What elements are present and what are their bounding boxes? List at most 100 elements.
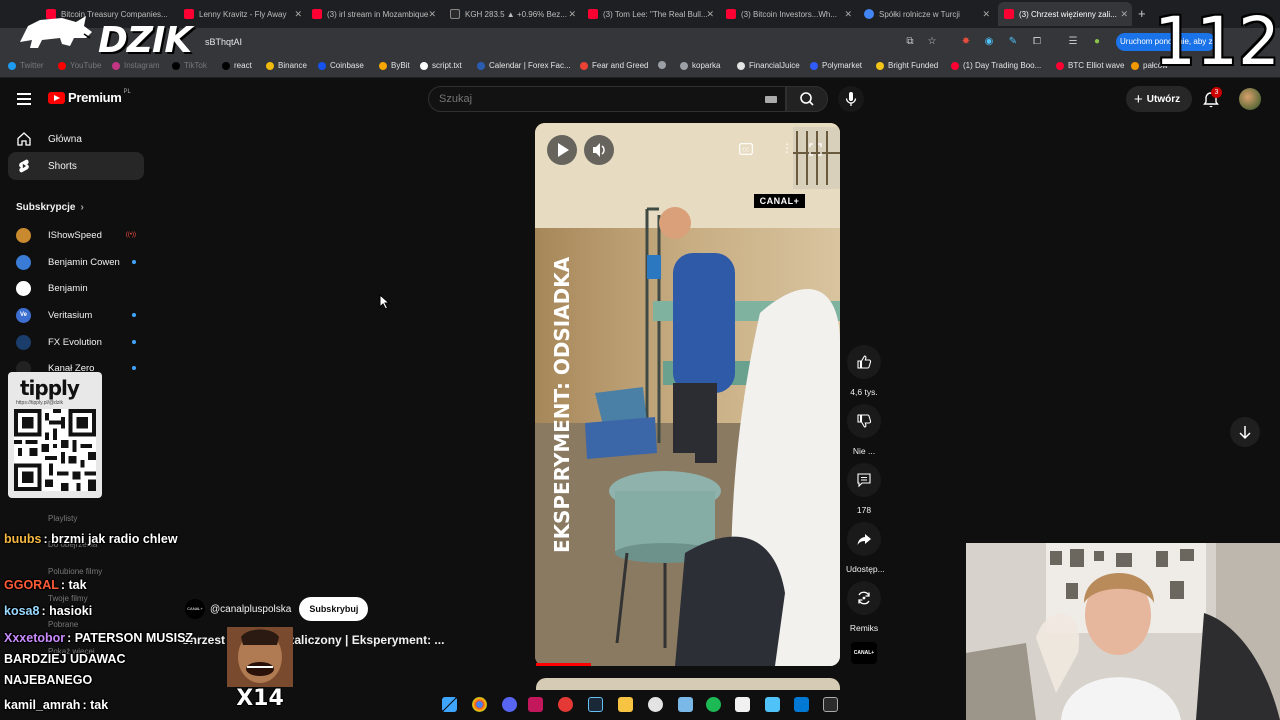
- shorts-icon: [16, 158, 32, 174]
- taskbar: [430, 690, 850, 720]
- bookmark-item[interactable]: [658, 61, 670, 69]
- close-tab-icon[interactable]: ✕: [844, 9, 852, 20]
- subscriptions-header[interactable]: Subskrypcje ›: [16, 202, 84, 213]
- more-options-icon[interactable]: ⋮: [781, 141, 793, 155]
- spotify-icon[interactable]: [706, 697, 721, 712]
- close-tab-icon[interactable]: ✕: [982, 9, 990, 20]
- sidebar-item-home[interactable]: Główna: [8, 125, 144, 153]
- close-tab-icon[interactable]: ✕: [706, 9, 714, 20]
- browser-tab[interactable]: (3) Tom Lee: "The Real Bull... ✕: [582, 2, 718, 26]
- bookmark-label: (1) Day Trading Boo...: [963, 61, 1042, 70]
- chrome-icon[interactable]: [472, 697, 487, 712]
- close-tab-icon[interactable]: ✕: [1120, 9, 1128, 20]
- comments-button[interactable]: 178: [846, 463, 882, 515]
- bookmark-item[interactable]: Twitter: [8, 61, 44, 70]
- browser-tab[interactable]: Lenny Kravitz - Fly Away ✕: [178, 2, 306, 26]
- terminal-icon[interactable]: [823, 697, 838, 712]
- menu-icon[interactable]: [17, 93, 31, 105]
- bookmark-item[interactable]: Polymarket: [810, 61, 862, 70]
- bookmark-item[interactable]: Instagram: [112, 61, 160, 70]
- bookmark-item[interactable]: YouTube: [58, 61, 101, 70]
- channel-handle[interactable]: @canalpluspolska: [210, 604, 291, 615]
- extension-icon[interactable]: ✸: [959, 35, 973, 49]
- app-icon[interactable]: [735, 697, 750, 712]
- bookmark-item[interactable]: Fear and Greed: [580, 61, 648, 70]
- bookmark-item[interactable]: react: [222, 61, 252, 70]
- app-icon[interactable]: [678, 697, 693, 712]
- subscribe-button[interactable]: Subskrybuj: [299, 597, 369, 621]
- dislike-button[interactable]: Nie ...: [846, 404, 882, 456]
- profile-icon[interactable]: ●: [1090, 35, 1104, 49]
- search-icon: [800, 92, 814, 106]
- url-text[interactable]: sBThqtAI: [205, 37, 242, 47]
- bookmark-item[interactable]: Bright Funded: [876, 61, 938, 70]
- keyboard-icon[interactable]: [765, 96, 777, 103]
- logo-region: PL: [123, 88, 131, 95]
- bookmark-item[interactable]: Binance: [266, 61, 307, 70]
- like-button[interactable]: 4,6 tys.: [846, 345, 882, 397]
- bookmark-item[interactable]: FinancialJuice: [737, 61, 800, 70]
- tab-search-icon[interactable]: ☰: [1066, 35, 1080, 49]
- search-input[interactable]: [439, 93, 759, 105]
- search-button[interactable]: [786, 86, 828, 112]
- subscription-item[interactable]: IShowSpeed ((•)): [16, 224, 144, 246]
- extension-icon[interactable]: ✎: [1006, 35, 1020, 49]
- create-button[interactable]: + Utwórz: [1126, 86, 1192, 112]
- file-explorer-icon[interactable]: [618, 697, 633, 712]
- youtube-premium-logo[interactable]: Premium PL: [48, 88, 131, 105]
- remix-button[interactable]: Remiks: [846, 581, 882, 633]
- sidebar-item-shorts[interactable]: Shorts: [8, 152, 144, 180]
- share-button[interactable]: Udostęp...: [846, 522, 885, 574]
- chat-message: GGORAL: tak: [4, 575, 87, 596]
- extension-icon[interactable]: ◉: [982, 35, 996, 49]
- subscription-item[interactable]: Benjamin Cowen: [16, 251, 144, 273]
- captions-icon[interactable]: CC: [739, 143, 753, 155]
- voice-search-button[interactable]: [838, 86, 864, 112]
- short-title[interactable]: Chrzest więzienny zaliczony | Eksperymen…: [181, 633, 444, 647]
- close-tab-icon[interactable]: ✕: [428, 9, 436, 20]
- channel-sound-thumbnail[interactable]: CANAL+: [851, 642, 877, 664]
- bookmark-item[interactable]: Calendar | Forex Fac...: [477, 61, 571, 70]
- volume-button[interactable]: [584, 135, 614, 165]
- search-box[interactable]: [428, 86, 786, 112]
- windows-start-icon[interactable]: [442, 697, 457, 712]
- close-tab-icon[interactable]: ✕: [294, 9, 302, 20]
- bookmark-star-icon[interactable]: ☆: [925, 35, 939, 49]
- app-icon[interactable]: [794, 697, 809, 712]
- install-app-icon[interactable]: ⧉: [903, 35, 917, 49]
- browser-tab[interactable]: (3) irl stream in Mozambique ✕: [306, 2, 440, 26]
- app-icon[interactable]: [528, 697, 543, 712]
- extensions-puzzle-icon[interactable]: ⧠: [1030, 35, 1044, 49]
- bookmark-item[interactable]: script.txt: [420, 61, 462, 70]
- subscription-item[interactable]: Benjamin: [16, 277, 144, 299]
- fullscreen-icon[interactable]: [809, 143, 822, 156]
- bookmark-item[interactable]: koparka: [680, 61, 720, 70]
- close-tab-icon[interactable]: ✕: [568, 9, 576, 20]
- next-short-preview[interactable]: [536, 678, 840, 690]
- bookmark-item[interactable]: Coinbase: [318, 61, 364, 70]
- play-button[interactable]: [547, 135, 577, 165]
- app-icon[interactable]: [648, 697, 663, 712]
- new-tab-button[interactable]: +: [1138, 6, 1146, 21]
- bookmark-item[interactable]: ByBit: [379, 61, 410, 70]
- subscription-item[interactable]: Ve Veritasium: [16, 304, 144, 326]
- browser-tab[interactable]: Spółki rolnicze w Turcji ✕: [858, 2, 994, 26]
- subscription-item[interactable]: FX Evolution: [16, 331, 144, 353]
- app-icon[interactable]: [558, 697, 573, 712]
- bookmark-item[interactable]: BTC Elliot wave: [1056, 61, 1124, 70]
- discord-icon[interactable]: [502, 697, 517, 712]
- notepad-icon[interactable]: [765, 697, 780, 712]
- steam-icon[interactable]: [588, 697, 603, 712]
- browser-tab[interactable]: KGH 283.5 ▲ +0.96% Bez... ✕: [444, 2, 580, 26]
- bookmark-label: Fear and Greed: [592, 61, 649, 70]
- video-progress-bar[interactable]: [536, 663, 591, 666]
- comment-icon: [857, 473, 871, 488]
- next-short-button[interactable]: [1230, 417, 1260, 447]
- bookmark-item[interactable]: TikTok: [172, 61, 207, 70]
- browser-tab-active[interactable]: (3) Chrzest więzienny zali... ✕: [998, 2, 1132, 26]
- boar-icon: [20, 16, 92, 48]
- account-avatar[interactable]: [1239, 88, 1261, 110]
- browser-tab[interactable]: (3) Bitcoin Investors...Wh... ✕: [720, 2, 856, 26]
- bookmark-item[interactable]: (1) Day Trading Boo...: [951, 61, 1041, 70]
- globe-favicon-icon: [864, 9, 874, 19]
